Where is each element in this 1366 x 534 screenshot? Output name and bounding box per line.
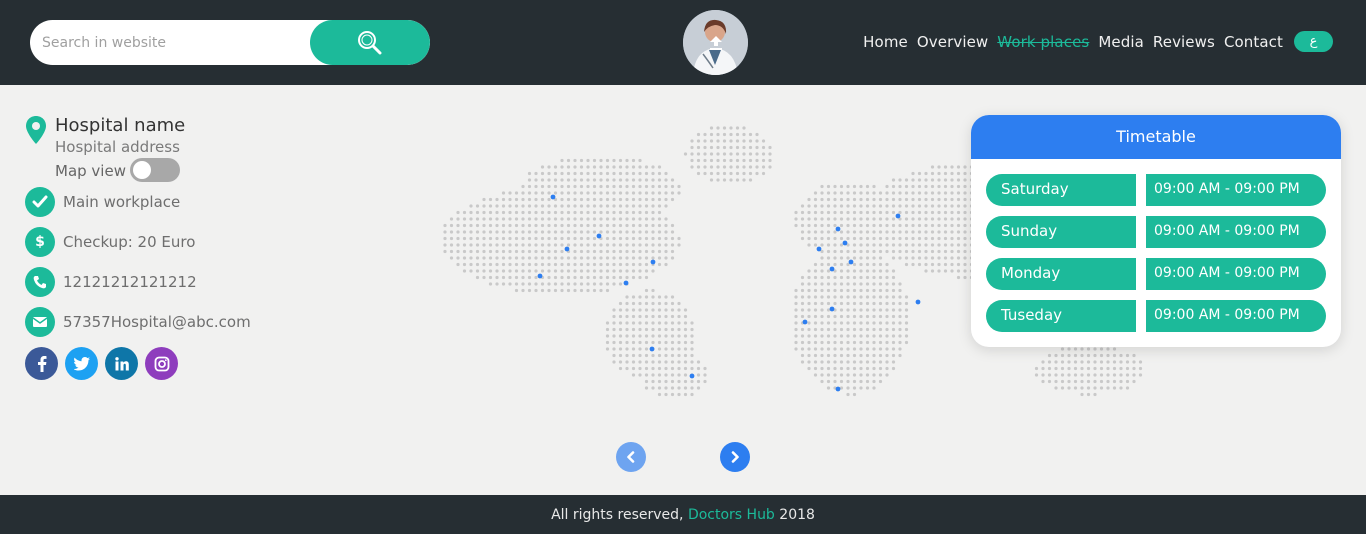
search-icon	[358, 30, 382, 54]
nav-reviews[interactable]: Reviews	[1153, 33, 1215, 51]
map-marker	[895, 213, 901, 219]
map-marker	[802, 319, 808, 325]
header: Home Overview Work places Media Reviews …	[0, 0, 1366, 85]
timetable-row: Saturday 09:00 AM - 09:00 PM	[986, 174, 1326, 206]
map-view-label: Map view	[55, 162, 126, 180]
dollar-icon: $	[25, 227, 55, 257]
map-marker	[848, 259, 854, 265]
toggle-knob	[133, 161, 151, 179]
timetable-time: 09:00 AM - 09:00 PM	[1146, 300, 1326, 332]
facebook-icon[interactable]	[25, 347, 58, 380]
map-marker	[842, 240, 848, 246]
map-marker	[623, 280, 629, 286]
email-text[interactable]: 57357Hospital@abc.com	[63, 313, 251, 331]
map-marker	[564, 246, 570, 252]
footer-brand-link[interactable]: Doctors Hub	[688, 507, 775, 523]
main-workplace-text: Main workplace	[63, 193, 181, 211]
map-marker	[835, 386, 841, 392]
phone-icon	[25, 267, 55, 297]
check-icon	[25, 187, 55, 217]
timetable-day: Saturday	[986, 174, 1136, 206]
map-marker	[915, 299, 921, 305]
nav-contact[interactable]: Contact	[1224, 33, 1283, 51]
footer-year: 2018	[779, 507, 815, 523]
nav-media[interactable]: Media	[1098, 33, 1144, 51]
map-marker	[835, 226, 841, 232]
main-nav: Home Overview Work places Media Reviews …	[863, 31, 1333, 52]
timetable-row: Tuseday 09:00 AM - 09:00 PM	[986, 300, 1326, 332]
linkedin-icon[interactable]	[105, 347, 138, 380]
timetable-time: 09:00 AM - 09:00 PM	[1146, 174, 1326, 206]
map-marker	[550, 194, 556, 200]
envelope-icon	[25, 307, 55, 337]
timetable-day: Monday	[986, 258, 1136, 290]
upload-icon	[709, 35, 722, 50]
search-button[interactable]	[310, 20, 430, 65]
timetable-row: Monday 09:00 AM - 09:00 PM	[986, 258, 1326, 290]
footer: All rights reserved, Doctors Hub 2018	[0, 495, 1366, 534]
footer-text: All rights reserved,	[551, 507, 684, 523]
map-view-toggle[interactable]	[130, 158, 180, 182]
map-pin-icon	[26, 116, 46, 144]
phone-text[interactable]: 12121212121212	[63, 273, 197, 291]
map-marker	[650, 259, 656, 265]
twitter-icon[interactable]	[65, 347, 98, 380]
map-marker	[596, 233, 602, 239]
search-input[interactable]	[30, 20, 320, 65]
chevron-right-icon	[731, 451, 739, 463]
social-links	[25, 347, 178, 380]
timetable-day: Sunday	[986, 216, 1136, 248]
next-button[interactable]	[720, 442, 750, 472]
map-marker	[537, 273, 543, 279]
map-marker	[829, 306, 835, 312]
nav-home[interactable]: Home	[863, 33, 908, 51]
nav-overview[interactable]: Overview	[917, 33, 988, 51]
map-marker	[689, 373, 695, 379]
timetable-title: Timetable	[971, 115, 1341, 159]
chevron-left-icon	[627, 451, 635, 463]
timetable-day: Tuseday	[986, 300, 1136, 332]
hospital-name: Hospital name	[55, 115, 186, 136]
previous-button[interactable]	[616, 442, 646, 472]
avatar[interactable]	[683, 10, 748, 75]
hospital-address: Hospital address	[55, 138, 180, 156]
language-button[interactable]: ع	[1294, 31, 1333, 52]
nav-work-places[interactable]: Work places	[997, 33, 1089, 51]
map-marker	[816, 246, 822, 252]
timetable-row: Sunday 09:00 AM - 09:00 PM	[986, 216, 1326, 248]
timetable-time: 09:00 AM - 09:00 PM	[1146, 258, 1326, 290]
timetable-time: 09:00 AM - 09:00 PM	[1146, 216, 1326, 248]
map-marker	[829, 266, 835, 272]
search-box	[30, 20, 430, 65]
timetable-card: Timetable Saturday 09:00 AM - 09:00 PM S…	[971, 115, 1341, 347]
map-marker	[649, 346, 655, 352]
checkup-text: Checkup: 20 Euro	[63, 233, 196, 251]
instagram-icon[interactable]	[145, 347, 178, 380]
